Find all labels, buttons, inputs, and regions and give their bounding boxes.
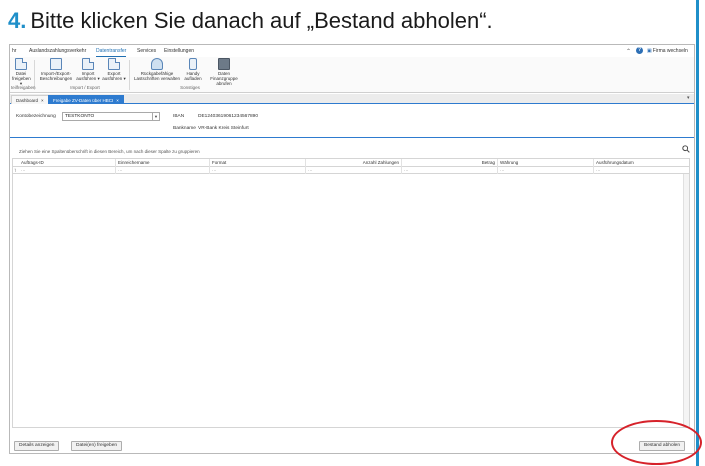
document-tab-bar: Dashboard × Freigabe ZV-Daten über HBCI × …: [10, 94, 694, 104]
menu-item-einstellungen[interactable]: Einstellungen: [164, 45, 194, 57]
grid-filter-row: ⊺ ··· ··· ··· ··· ··· ··· ···: [13, 167, 689, 174]
account-name-label: Kontobezeichnung: [16, 114, 56, 119]
bank-name-label: Bankname: [173, 126, 196, 131]
import-icon: [82, 58, 94, 70]
filter-cell[interactable]: ···: [593, 167, 685, 174]
filter-cell[interactable]: ···: [305, 167, 401, 174]
filter-cell[interactable]: ···: [401, 167, 497, 174]
finance-group-data-button[interactable]: Daten Finanzgruppe abrufen: [204, 58, 244, 86]
tab-freigabe-zv-daten[interactable]: Freigabe ZV-Daten über HBCI ×: [48, 95, 124, 104]
step-number: 4.: [8, 8, 27, 33]
grid-header-row: Auftrags-ID Einreichername Format Anzahl…: [13, 159, 689, 167]
menu-item-services[interactable]: Services: [137, 45, 156, 57]
ribbon-group-label: teilfreigaben: [11, 85, 36, 90]
page-border-line: [696, 0, 699, 466]
grid-vertical-scrollbar[interactable]: [683, 174, 689, 427]
column-header-anzahl-zahlungen[interactable]: Anzahl Zahlungen: [305, 159, 401, 167]
highlight-circle: [611, 420, 702, 465]
import-export-desc-icon: [50, 58, 62, 70]
column-header-waehrung[interactable]: Währung: [497, 159, 593, 167]
menu-item-auslandszahlungsverkehr[interactable]: Auslandszahlungsverkehr: [29, 45, 86, 57]
menu-item-hr[interactable]: hr: [12, 45, 16, 57]
column-header-ausfuehrungsdatum[interactable]: Ausführungsdatum: [593, 159, 685, 167]
import-run-button[interactable]: Import ausführen ▾: [76, 58, 100, 81]
filter-cell[interactable]: ···: [209, 167, 305, 174]
chevron-down-icon[interactable]: ▼: [152, 113, 159, 120]
iban-label: IBAN: [173, 114, 185, 119]
help-icon[interactable]: ?: [636, 47, 643, 54]
filter-icon[interactable]: ⊺: [14, 167, 16, 174]
account-select[interactable]: TESTKONTO ▼: [62, 112, 160, 121]
release-files-button[interactable]: Datei(en) freigeben: [71, 441, 123, 451]
filter-cell[interactable]: ···: [497, 167, 593, 174]
returnable-debits-button[interactable]: Rückgabefähige Lastschriften verwalten: [132, 58, 182, 81]
phone-topup-button[interactable]: Handy aufladen: [184, 58, 202, 81]
search-icon[interactable]: [682, 145, 690, 153]
column-header-format[interactable]: Format: [209, 159, 305, 167]
iban-value: DE12403619061234567890: [198, 114, 259, 119]
account-form: Kontobezeichnung TESTKONTO ▼ IBAN DE1240…: [10, 105, 694, 138]
orders-grid[interactable]: Auftrags-ID Einreichername Format Anzahl…: [12, 158, 690, 428]
export-icon: [108, 58, 120, 70]
file-release-button[interactable]: Datei freigeben ▾: [12, 58, 31, 86]
switch-firm-link[interactable]: ▣Firma wechseln: [647, 45, 688, 57]
export-run-button[interactable]: Export ausführen ▾: [102, 58, 126, 81]
app-window: hr Auslandszahlungsverkehr Datentransfer…: [9, 44, 695, 454]
column-header-betrag[interactable]: Betrag: [401, 159, 497, 167]
column-header-einreichername[interactable]: Einreichername: [115, 159, 209, 167]
tab-dashboard[interactable]: Dashboard ×: [11, 95, 49, 104]
file-release-icon: [15, 58, 27, 70]
close-tab-icon[interactable]: ×: [41, 98, 44, 103]
filter-cell[interactable]: ···: [115, 167, 209, 174]
show-details-button[interactable]: Details anzeigen: [14, 441, 60, 451]
account-select-value: TESTKONTO: [65, 114, 95, 119]
filter-cell[interactable]: ···: [19, 167, 115, 174]
group-by-hint[interactable]: Ziehen Sie eine Spaltenüberschrift in di…: [19, 149, 200, 154]
tab-list-dropdown-icon[interactable]: ▾: [687, 95, 690, 101]
column-header-auftrags-id[interactable]: Auftrags-ID: [19, 159, 115, 167]
import-export-descriptions-button[interactable]: Import-/Export- Beschreibungen: [38, 58, 74, 81]
phone-topup-icon: [189, 58, 197, 70]
step-text: Bitte klicken Sie danach auf „Bestand ab…: [30, 8, 493, 33]
ribbon-toolbar: Datei freigeben ▾ Import-/Export- Beschr…: [10, 57, 694, 93]
menu-bar: hr Auslandszahlungsverkehr Datentransfer…: [10, 45, 694, 57]
returnable-debits-icon: [151, 58, 163, 70]
ribbon-separator: [129, 60, 130, 90]
ribbon-group-label: Import / Export: [70, 85, 100, 90]
close-tab-icon[interactable]: ×: [116, 98, 119, 103]
bank-name-value: VR-Bank Kreis Steinfurt: [198, 126, 249, 131]
switch-firm-label: Firma wechseln: [652, 48, 688, 54]
firm-icon: ▣: [647, 48, 652, 54]
ribbon-group-label: Sonstiges: [180, 85, 200, 90]
instruction-heading: 4. Bitte klicken Sie danach auf „Bestand …: [8, 8, 493, 34]
menu-item-datentransfer[interactable]: Datentransfer: [96, 46, 127, 57]
finance-group-icon: [218, 58, 230, 70]
